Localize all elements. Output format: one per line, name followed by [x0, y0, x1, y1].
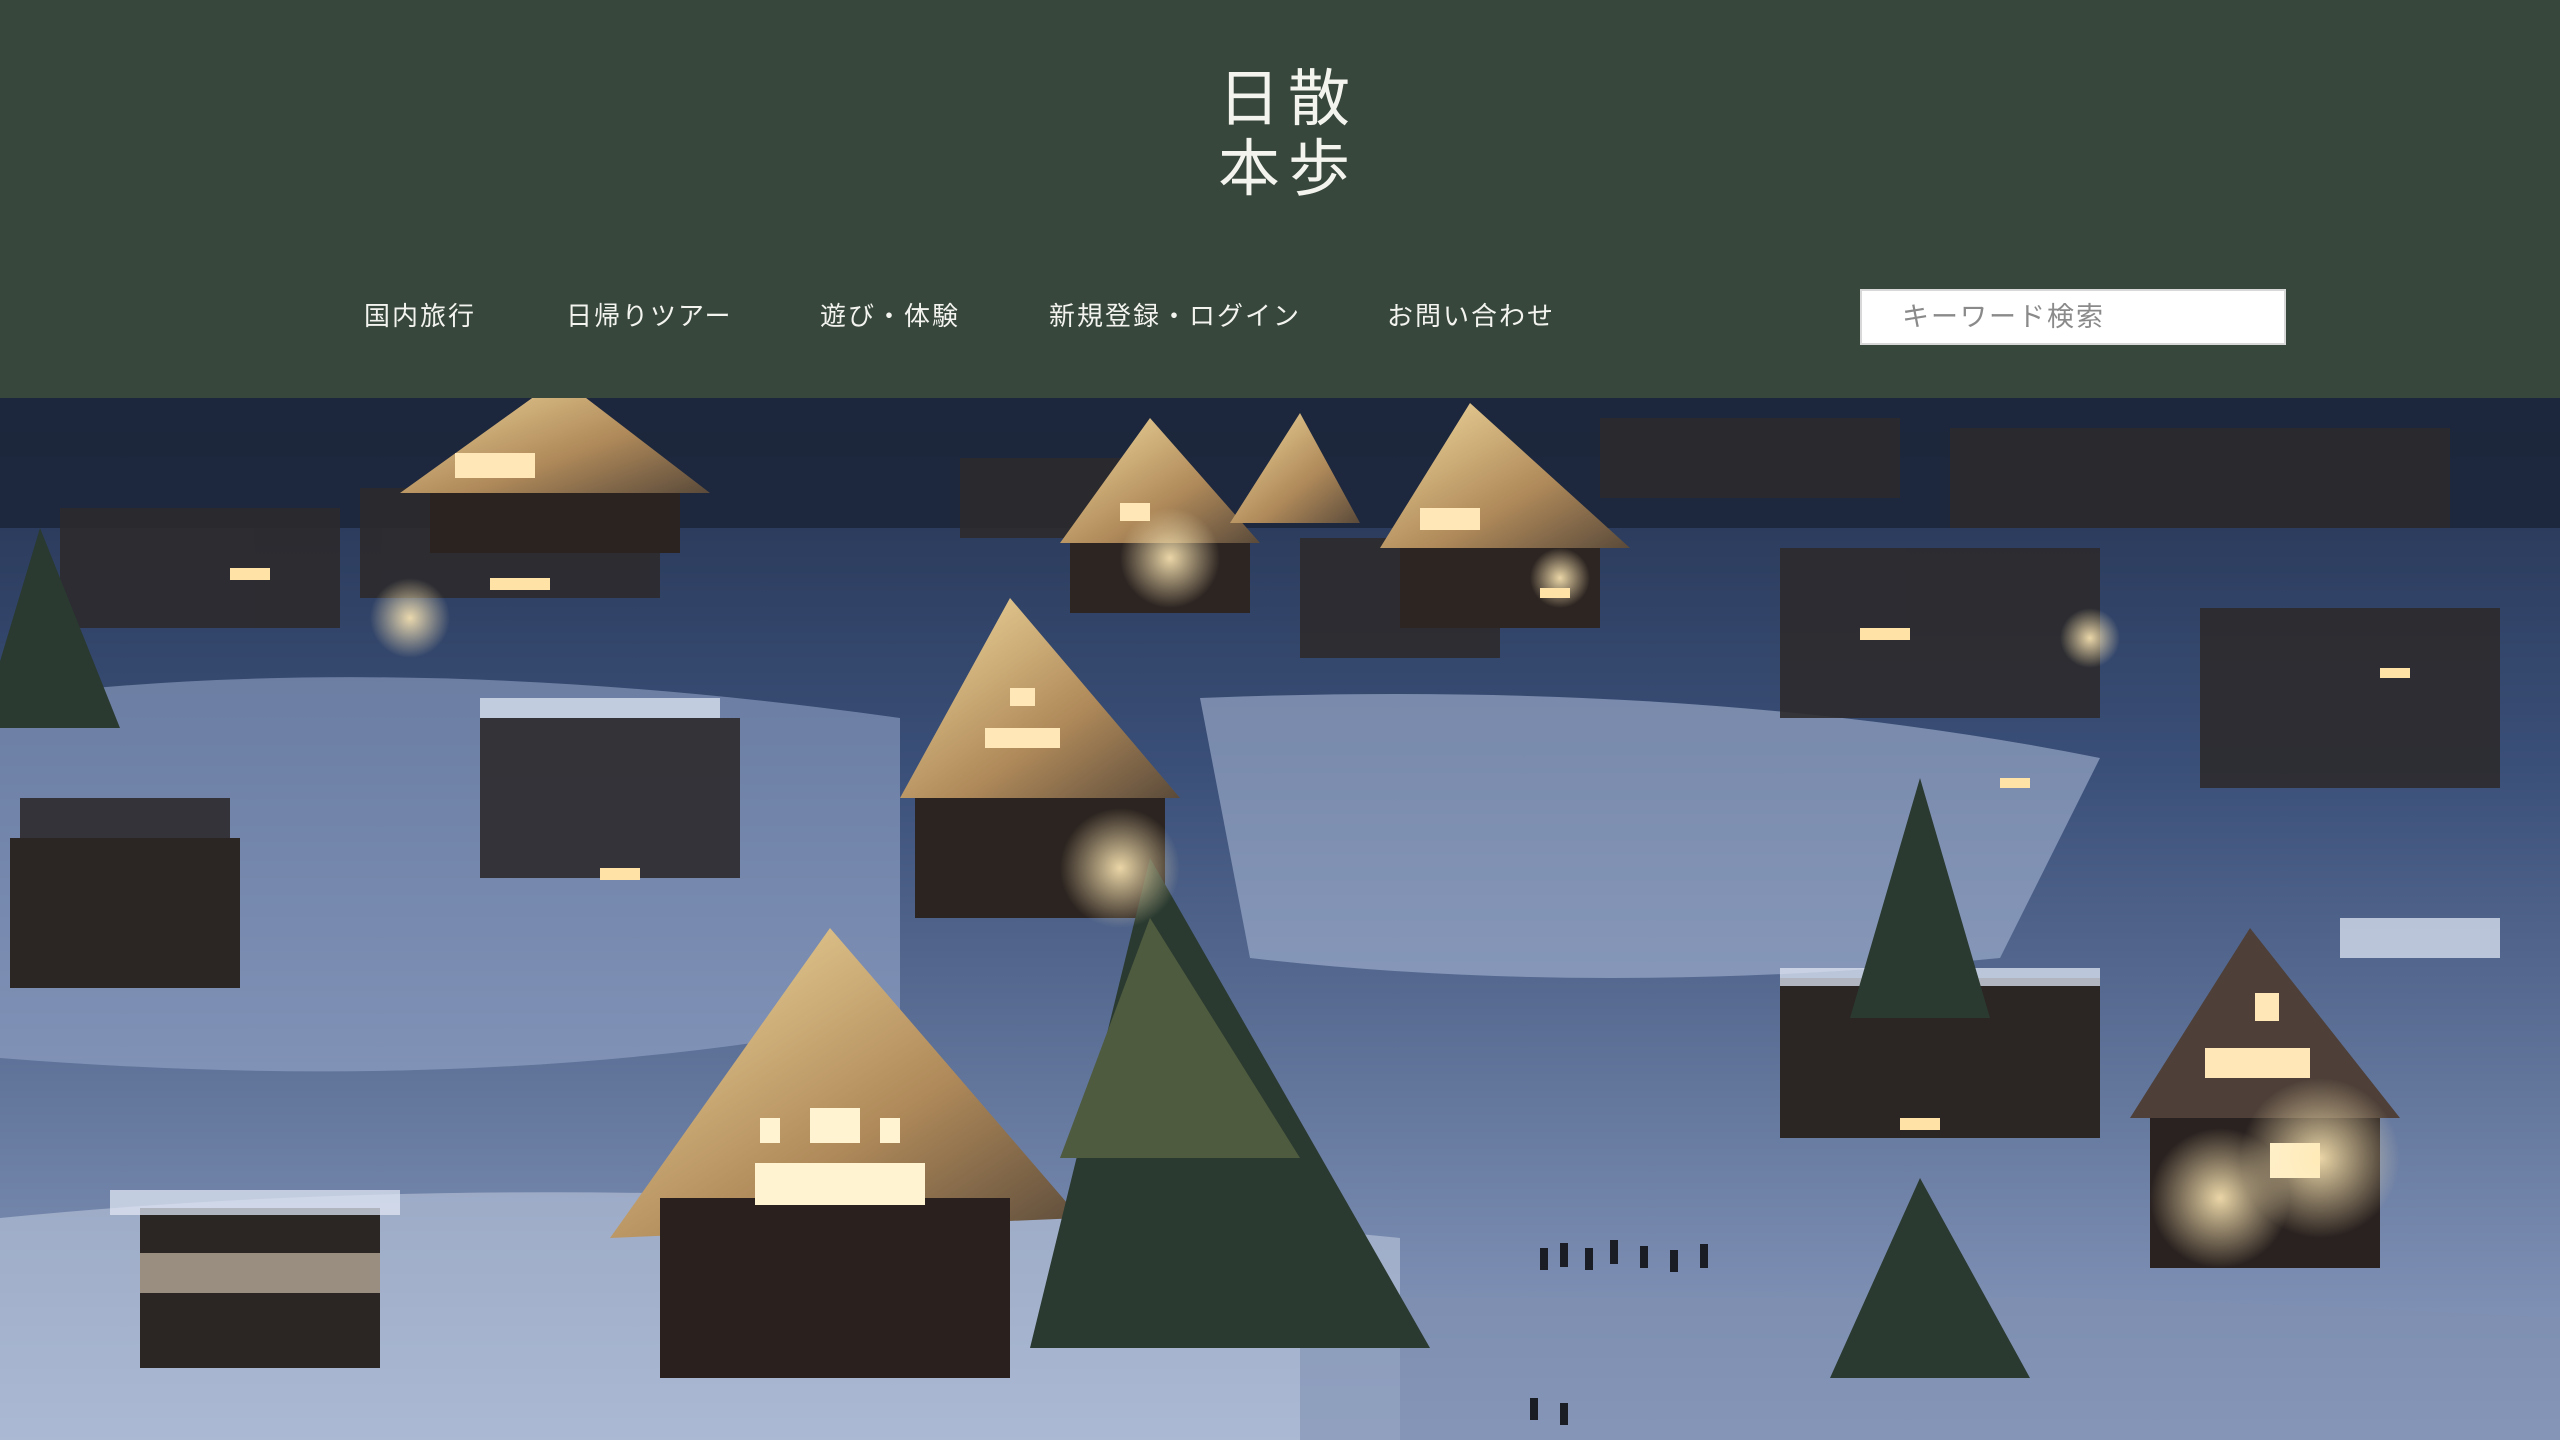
- site-logo[interactable]: 散 歩 日 本: [1214, 64, 1354, 214]
- logo-char: 本: [1217, 132, 1280, 205]
- site-header: 散 歩 日 本 国内旅行 日帰りツアー 遊び・体験 新規登録・ログイン お問い合…: [0, 0, 2560, 398]
- nav-item-contact[interactable]: お問い合わせ: [1387, 292, 1555, 342]
- logo-char: 日: [1217, 62, 1280, 135]
- logo-char: 散: [1287, 62, 1350, 135]
- snowy-village-night-photo: [0, 398, 2560, 1440]
- nav-item-day-tours[interactable]: 日帰りツアー: [566, 292, 732, 342]
- nav-item-signup-login[interactable]: 新規登録・ログイン: [1049, 292, 1301, 342]
- nav-item-activities[interactable]: 遊び・体験: [820, 292, 960, 342]
- nav-item-domestic-travel[interactable]: 国内旅行: [364, 292, 476, 342]
- hero-image: [0, 398, 2560, 1440]
- logo-char: 歩: [1287, 132, 1350, 205]
- search-input[interactable]: [1860, 289, 2286, 345]
- main-nav: 国内旅行 日帰りツアー 遊び・体験 新規登録・ログイン お問い合わせ: [0, 292, 1700, 342]
